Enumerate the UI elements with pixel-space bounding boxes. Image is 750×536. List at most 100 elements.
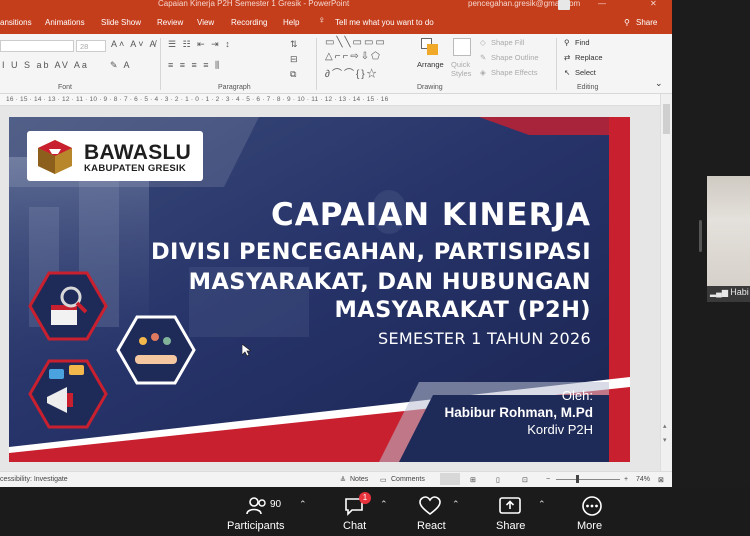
quick-styles-icon[interactable] <box>453 38 471 56</box>
scroll-up-icon[interactable]: ▴ <box>663 422 667 430</box>
shapes-gallery-icon[interactable]: ∂⌒⌒{}☆ <box>325 65 379 80</box>
tab-help[interactable]: Help <box>283 18 299 27</box>
chat-caret-icon[interactable]: ⌃ <box>380 499 388 510</box>
comments-icon: ▭ <box>380 477 387 484</box>
powerpoint-window: Capaian Kinerja P2H Semester 1 Gresik - … <box>0 0 672 487</box>
list-icons[interactable]: ☰ ☷ ⇤ ⇥ ↕ <box>168 39 232 50</box>
more-label: More <box>577 520 603 532</box>
title-bar: Capaian Kinerja P2H Semester 1 Gresik - … <box>0 0 672 12</box>
mouse-cursor-icon <box>242 344 251 357</box>
paragraph-group-label: Paragraph <box>218 84 251 91</box>
share-screen-button[interactable]: Share <box>490 487 530 536</box>
panel-resize-handle[interactable] <box>699 220 702 252</box>
shapes-gallery-icon[interactable]: △⌐⌐⇨⇩⬠ <box>325 51 382 62</box>
reading-view-icon[interactable]: ▯ <box>496 476 500 484</box>
logo-subtitle: KABUPATEN GRESIK <box>84 163 187 174</box>
smartart-icon[interactable]: ⧉ <box>290 69 298 80</box>
align-text-icon[interactable]: ⊟ <box>290 54 300 65</box>
slide-sorter-icon[interactable]: ⊞ <box>470 476 476 484</box>
slide-subheading-line-1: DIVISI PENCEGAHAN, PARTISIPASI <box>150 239 591 265</box>
vertical-scrollbar[interactable]: ▴ ▾ <box>660 94 672 471</box>
font-size-value: 28 <box>80 42 89 51</box>
shape-effects-icon: ◈ <box>480 68 486 77</box>
shape-fill-button[interactable]: Shape Fill <box>491 38 524 47</box>
text-direction-icon[interactable]: ⇅ <box>290 39 300 50</box>
font-size-box[interactable]: 28 <box>76 40 106 52</box>
shapes-gallery-icon[interactable]: ▭╲╲▭▭▭ <box>325 37 387 48</box>
chat-button[interactable]: 1 Chat <box>335 487 375 536</box>
align-icons[interactable]: ≡ ≡ ≡ ≡ ⫼ <box>168 60 221 71</box>
arrange-icon[interactable] <box>421 38 439 56</box>
tell-me-search[interactable]: Tell me what you want to do <box>335 18 434 27</box>
zoom-in-icon[interactable]: + <box>624 476 628 483</box>
tab-slide-show[interactable]: Slide Show <box>101 18 141 27</box>
close-icon[interactable]: ✕ <box>650 0 657 8</box>
react-caret-icon[interactable]: ⌃ <box>452 499 460 510</box>
find-icon: ⚲ <box>564 38 570 47</box>
fit-to-window-icon[interactable]: ⊠ <box>658 476 664 484</box>
zoom-slider[interactable] <box>556 479 620 480</box>
comments-button[interactable]: Comments <box>391 476 425 483</box>
slideshow-view-icon[interactable]: ⊡ <box>522 476 528 484</box>
tab-animations[interactable]: Animations <box>45 18 85 27</box>
status-bar: cessibility: Investigate ≜ Notes ▭ Comme… <box>0 471 672 487</box>
chat-badge: 1 <box>359 492 371 504</box>
find-button[interactable]: Find <box>575 38 590 47</box>
window-title: Capaian Kinerja P2H Semester 1 Gresik - … <box>158 0 350 8</box>
react-button[interactable]: React <box>411 487 451 536</box>
share-caret-icon[interactable]: ⌃ <box>538 499 546 510</box>
font-name-box[interactable] <box>0 40 74 52</box>
font-group-label: Font <box>58 84 73 91</box>
zoom-slider-thumb[interactable] <box>576 475 579 483</box>
shape-fill-icon: ◇ <box>480 38 486 47</box>
meeting-toolbar: 90 Participants ⌃ 1 Chat ⌃ React ⌃ Share… <box>0 487 750 536</box>
participant-name: ▂▄▆ Habi <box>710 287 749 297</box>
presenter-name: Habibur Rohman, M.Pd <box>444 405 594 420</box>
replace-button[interactable]: Replace <box>575 53 603 62</box>
slide-title[interactable]: BAWASLU KABUPATEN GRESIK CAPAIAN KINERJA… <box>9 117 630 462</box>
normal-view-icon[interactable] <box>440 473 460 485</box>
heart-icon <box>419 496 441 516</box>
font-color-icons[interactable]: ✎ A <box>110 60 132 71</box>
collapse-ribbon-icon[interactable]: ⌄ <box>655 78 663 89</box>
oleh-label: Oleh: <box>561 388 593 403</box>
quick-styles-button[interactable]: Quick Styles <box>451 60 475 78</box>
bawaslu-logo-icon <box>38 140 72 174</box>
drawing-group-label: Drawing <box>417 84 443 91</box>
shape-effects-button[interactable]: Shape Effects <box>491 68 538 77</box>
divider <box>160 38 161 90</box>
screen: Capaian Kinerja P2H Semester 1 Gresik - … <box>0 0 750 536</box>
font-format-icons[interactable]: I U S ab AV Aa <box>2 60 89 70</box>
font-grow-shrink-icons[interactable]: A˄ A˅ A̸ <box>111 39 158 49</box>
shape-outline-button[interactable]: Shape Outline <box>491 53 539 62</box>
zoom-level[interactable]: 74% <box>636 476 650 483</box>
participant-video-tile[interactable]: ▂▄▆ Habi <box>707 176 750 302</box>
slide-heading: CAPAIAN KINERJA <box>271 197 591 233</box>
scrollbar-thumb[interactable] <box>663 104 670 134</box>
scroll-down-icon[interactable]: ▾ <box>663 436 667 444</box>
select-icon: ↖ <box>564 68 571 77</box>
more-button[interactable]: More <box>572 487 612 536</box>
participants-caret-icon[interactable]: ⌃ <box>299 499 307 510</box>
tab-recording[interactable]: Recording <box>231 18 267 27</box>
editing-group-label: Editing <box>577 84 599 91</box>
horizontal-ruler: 16 · 15 · 14 · 13 · 12 · 11 · 10 · 9 · 8… <box>0 94 660 106</box>
notes-button[interactable]: Notes <box>350 476 368 483</box>
logo-name: BAWASLU <box>84 141 192 164</box>
participants-label: Participants <box>227 520 285 532</box>
tab-transitions[interactable]: ansitions <box>0 18 32 27</box>
minimize-icon[interactable]: — <box>598 0 606 8</box>
more-icon <box>582 496 602 516</box>
share-icon[interactable]: ⚲ <box>624 18 630 27</box>
tab-view[interactable]: View <box>197 18 214 27</box>
zoom-out-icon[interactable]: − <box>546 476 550 483</box>
select-button[interactable]: Select <box>575 68 596 77</box>
divider <box>556 38 557 90</box>
presenter-role: Kordiv P2H <box>527 422 593 437</box>
arrange-button[interactable]: Arrange <box>417 60 444 69</box>
tab-review[interactable]: Review <box>157 18 183 27</box>
share-button[interactable]: Share <box>636 18 657 27</box>
participants-button[interactable]: 90 Participants <box>222 487 302 536</box>
avatar[interactable] <box>558 0 570 10</box>
accessibility-status[interactable]: cessibility: Investigate <box>0 476 68 483</box>
